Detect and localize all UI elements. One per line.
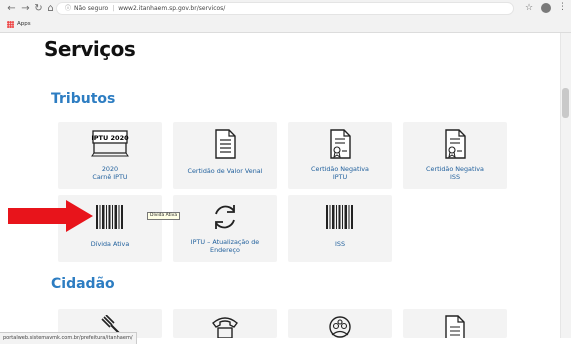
red-arrow-annotation xyxy=(8,200,93,232)
apps-grid-icon xyxy=(7,20,14,28)
reload-icon[interactable]: ↻ xyxy=(33,3,44,14)
barcode-icon xyxy=(96,205,123,229)
service-card-label: ISS xyxy=(335,240,345,248)
service-card-label: IPTU – Atualização de Endereço xyxy=(190,238,260,254)
certificate-icon xyxy=(330,129,351,159)
scrollbar-thumb[interactable] xyxy=(562,88,569,118)
service-card-label: Certidão Negativa IPTU xyxy=(311,165,369,181)
people-icon xyxy=(329,316,351,338)
profile-avatar[interactable] xyxy=(541,3,551,13)
section-title-tributos: Tributos xyxy=(51,91,116,107)
refresh-icon xyxy=(215,205,235,229)
bookmarks-apps[interactable]: Apps xyxy=(7,19,31,29)
service-card-label: 2020 Carnê IPTU xyxy=(92,165,128,181)
telephone-icon xyxy=(212,317,238,338)
tooltip: Dívida Ativa xyxy=(147,212,181,220)
security-label: Não seguro xyxy=(74,5,109,12)
address-bar[interactable]: ⓘ Não seguro | www2.itanhaem.sp.gov.br/serv… xyxy=(56,2,514,15)
service-card-carne-iptu[interactable]: IPTU 2020 2020 Carnê IPTU xyxy=(58,122,162,189)
iptu-2020-icon: IPTU 2020 xyxy=(91,130,129,157)
menu-icon[interactable]: ⋮ xyxy=(558,2,567,13)
service-card-iptu-atualizacao-endereco[interactable]: IPTU – Atualização de Endereço xyxy=(173,195,277,262)
service-card-cidadao-3[interactable] xyxy=(288,309,392,338)
service-card-label: Dívida Ativa xyxy=(90,240,130,248)
service-card-certidao-negativa-iptu[interactable]: Certidão Negativa IPTU xyxy=(288,122,392,189)
service-card-certidao-valor-venal[interactable]: Certidão de Valor Venal xyxy=(173,122,277,189)
service-card-certidao-negativa-iss[interactable]: Certidão Negativa ISS xyxy=(403,122,507,189)
info-icon[interactable]: ⓘ xyxy=(65,5,71,12)
forward-icon[interactable]: → xyxy=(20,3,31,14)
service-card-cidadao-2[interactable] xyxy=(173,309,277,338)
iptu-2020-icon-text: IPTU 2020 xyxy=(91,134,129,142)
service-card-label: Certidão de Valor Venal xyxy=(187,167,263,175)
apps-label: Apps xyxy=(17,21,31,27)
status-bar-url: portalweb.sistemavmk.com.br/prefeitura/i… xyxy=(0,332,137,344)
barcode-icon xyxy=(326,205,353,229)
bookmark-star-icon[interactable]: ☆ xyxy=(525,3,533,13)
document-icon xyxy=(215,129,236,159)
document-icon xyxy=(445,315,465,338)
service-card-cidadao-4[interactable] xyxy=(403,309,507,338)
certificate-icon xyxy=(445,129,466,159)
browser-chrome: ← → ↻ ⌂ ⓘ Não seguro | www2.itanhaem.sp.gov… xyxy=(0,0,571,33)
address-separator: | xyxy=(112,5,115,12)
back-icon[interactable]: ← xyxy=(6,3,17,14)
scrollbar[interactable] xyxy=(560,33,571,338)
service-card-label: Certidão Negativa ISS xyxy=(426,165,484,181)
service-card-iss[interactable]: ISS xyxy=(288,195,392,262)
url-text: www2.itanhaem.sp.gov.br/servicos/ xyxy=(118,5,226,12)
home-icon[interactable]: ⌂ xyxy=(45,3,56,14)
section-title-cidadao: Cidadão xyxy=(51,276,115,292)
page-title: Serviços xyxy=(44,37,136,61)
